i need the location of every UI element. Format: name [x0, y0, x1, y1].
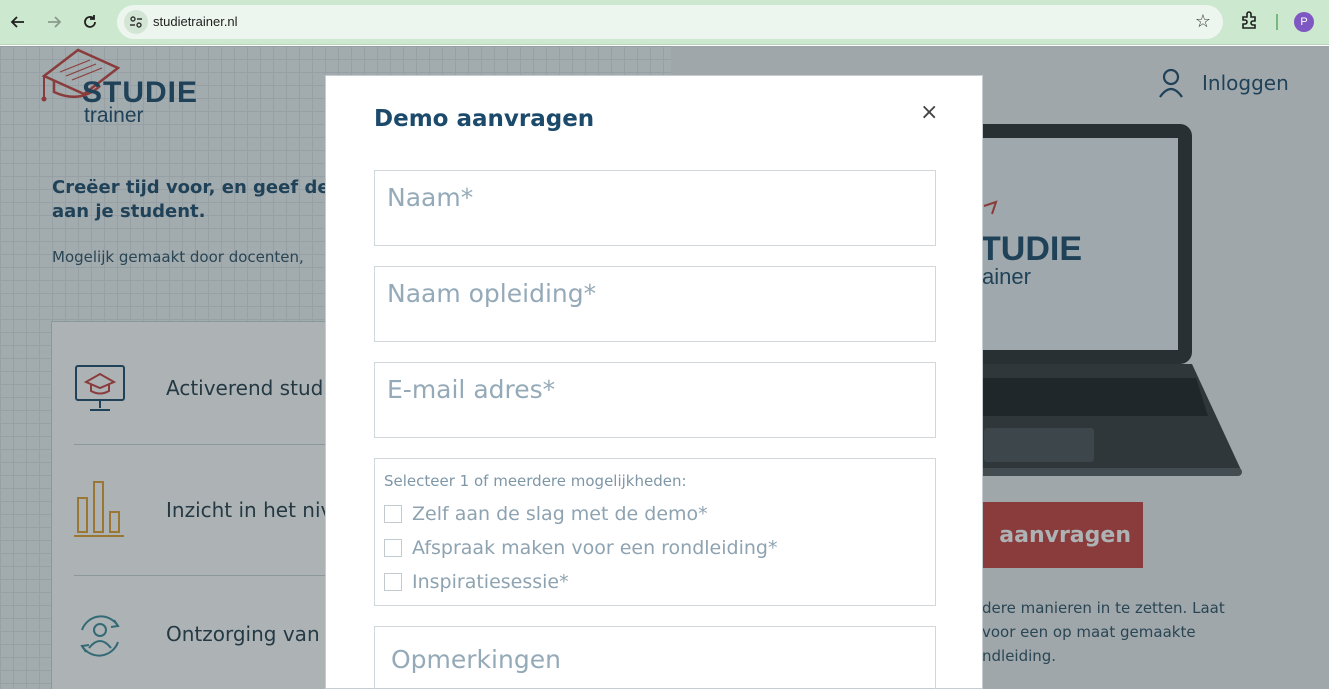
extensions-icon[interactable] — [1240, 10, 1262, 32]
option-tour[interactable]: Afspraak maken voor een rondleiding* — [384, 537, 777, 559]
url-text[interactable]: studietrainer.nl — [153, 14, 238, 29]
bookmark-star-icon[interactable]: ☆ — [1195, 11, 1211, 32]
options-group: Selecteer 1 of meerdere mogelijkheden: Z… — [374, 458, 936, 606]
address-bar[interactable]: studietrainer.nl ☆ — [117, 5, 1223, 39]
options-label: Selecteer 1 of meerdere mogelijkheden: — [384, 472, 687, 490]
remarks-field[interactable] — [374, 626, 936, 689]
option-demo-checkbox[interactable] — [384, 505, 402, 523]
program-name-field[interactable] — [374, 266, 936, 342]
option-inspiration-checkbox[interactable] — [384, 573, 402, 591]
program-name-input[interactable] — [375, 267, 935, 341]
forward-icon[interactable] — [40, 8, 68, 36]
profile-avatar[interactable]: P — [1294, 12, 1314, 32]
option-tour-label: Afspraak maken voor een rondleiding* — [412, 537, 778, 559]
name-input[interactable] — [375, 171, 935, 245]
option-demo-label: Zelf aan de slag met de demo* — [412, 503, 708, 525]
close-icon[interactable]: × — [920, 102, 938, 124]
site-info-icon[interactable] — [124, 10, 148, 34]
option-inspiration[interactable]: Inspiratiesessie* — [384, 571, 569, 593]
name-field[interactable] — [374, 170, 936, 246]
toolbar-divider — [1276, 14, 1278, 30]
browser-toolbar: studietrainer.nl ☆ P — [0, 0, 1329, 45]
back-icon[interactable] — [4, 8, 32, 36]
email-input[interactable] — [375, 363, 935, 437]
demo-request-modal: Demo aanvragen × Selecteer 1 of meerdere… — [325, 75, 983, 689]
email-field[interactable] — [374, 362, 936, 438]
reload-icon[interactable] — [76, 8, 104, 36]
modal-title: Demo aanvragen — [374, 106, 595, 132]
option-inspiration-label: Inspiratiesessie* — [412, 571, 569, 593]
remarks-textarea[interactable] — [375, 627, 935, 689]
option-tour-checkbox[interactable] — [384, 539, 402, 557]
option-demo[interactable]: Zelf aan de slag met de demo* — [384, 503, 708, 525]
